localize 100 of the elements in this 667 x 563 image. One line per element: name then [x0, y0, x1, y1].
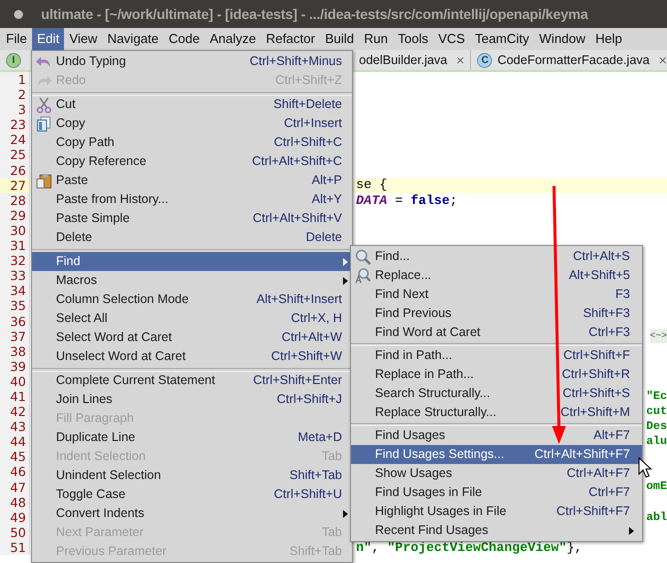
shortcut-text: Ctrl+Alt+Shift+F7 — [534, 446, 631, 464]
code-text: abl — [646, 510, 667, 526]
menu-bar-item[interactable]: View — [64, 28, 102, 50]
line-number: 46 — [0, 464, 30, 480]
shortcut-text: Shift+F3 — [583, 305, 631, 322]
menu-item[interactable]: Unindent Selection Shift+Tab — [32, 466, 352, 485]
shortcut-text: Ctrl+Shift+Enter — [253, 372, 343, 390]
menu-item[interactable]: Delete Delete — [32, 228, 352, 247]
menu-bar-item[interactable]: Help — [590, 28, 628, 50]
editor-tab[interactable]: I — [0, 50, 27, 70]
shortcut-text: Meta+D — [298, 429, 343, 446]
menu-item[interactable]: Highlight Usages in File Ctrl+Shift+F7 — [351, 502, 642, 521]
editor-tab[interactable]: odelBuilder.java × — [356, 50, 472, 70]
line-number: 50 — [0, 524, 30, 540]
line-number: 3 — [0, 102, 30, 118]
menu-bar-item[interactable]: Build — [320, 28, 360, 50]
shortcut-text: Ctrl+Alt+F7 — [566, 465, 631, 482]
code-text: }, — [566, 538, 582, 557]
menu-item[interactable]: Paste Simple Ctrl+Alt+Shift+V — [32, 209, 352, 228]
menu-item[interactable]: Find Usages Settings... Ctrl+Alt+Shift+F7 — [351, 445, 642, 464]
menu-bar-item[interactable]: Navigate — [102, 28, 164, 50]
menu-item[interactable]: Select All Ctrl+X, H — [32, 309, 352, 328]
menu-item[interactable]: Undo Typing Ctrl+Shift+Minus — [32, 52, 352, 71]
menu-item[interactable]: Find... Ctrl+Alt+S — [351, 247, 642, 266]
shortcut-text: Ctrl+Shift+W — [271, 348, 343, 366]
menu-bar-item[interactable]: Run — [359, 28, 393, 50]
menu-item[interactable]: Unselect Word at Caret Ctrl+Shift+W — [32, 347, 352, 366]
menu-item[interactable]: Replace in Path... Ctrl+Shift+R — [351, 365, 642, 384]
line-number: 48 — [0, 494, 30, 510]
menu-item[interactable]: Show Usages Ctrl+Alt+F7 — [351, 464, 642, 483]
menu-item[interactable]: Find — [32, 252, 352, 271]
menu-item[interactable]: Cut Shift+Delete — [32, 95, 352, 114]
menu-item[interactable]: Select Word at Caret Ctrl+Alt+W — [32, 328, 352, 347]
code-text: alu — [646, 434, 667, 450]
menu-item[interactable]: Find Word at Caret Ctrl+F3 — [351, 323, 642, 342]
redo-arrow-icon — [36, 74, 52, 88]
shortcut-text: Alt+P — [312, 172, 343, 190]
menu-bar-item[interactable]: Analyze — [204, 28, 261, 50]
menu-item[interactable]: Join Lines Ctrl+Shift+J — [32, 390, 352, 409]
line-number: 51 — [0, 540, 30, 555]
line-number: 39 — [0, 358, 30, 374]
line-number: 34 — [0, 283, 30, 298]
menu-item[interactable]: Find Usages Alt+F7 — [351, 426, 642, 445]
menu-item[interactable]: Replace... Alt+Shift+5 — [351, 266, 642, 285]
menu-item[interactable]: Paste from History... Alt+Y — [32, 190, 352, 209]
menu-bar-item[interactable]: Tools — [392, 28, 434, 50]
menu-item[interactable]: Find Previous Shift+F3 — [351, 304, 642, 323]
menu-item[interactable]: Paste Alt+P — [32, 171, 352, 190]
shortcut-text: Tab — [322, 448, 343, 466]
menu-item[interactable]: Copy Path Ctrl+Shift+C — [32, 133, 352, 152]
editor-tab[interactable]: C CodeFormatterFacade.java × — [471, 50, 667, 70]
menu-bar-item[interactable]: VCS — [433, 28, 470, 50]
line-number: 31 — [0, 238, 30, 254]
shortcut-text: Ctrl+Shift+S — [562, 385, 631, 402]
code-text: omE — [646, 479, 667, 496]
shortcut-text: Shift+Tab — [290, 467, 343, 484]
line-number: 33 — [0, 268, 30, 284]
window-dot-icon — [14, 10, 23, 18]
menu-bar-item[interactable]: Edit — [32, 28, 64, 50]
menu-item[interactable]: Toggle Case Ctrl+Shift+U — [32, 485, 352, 504]
shortcut-text: Ctrl+Shift+M — [560, 404, 631, 422]
magnifier-letter-icon — [355, 268, 371, 284]
tab-close-button[interactable]: × — [456, 50, 464, 70]
menu-item[interactable]: Copy Ctrl+Insert — [32, 114, 352, 133]
menu-item[interactable]: Find Next F3 — [351, 285, 642, 304]
menu-bar-item[interactable]: Code — [164, 28, 205, 50]
code-text: "ProjectViewChangeView" — [387, 538, 567, 557]
tab-close-button[interactable]: × — [658, 50, 667, 70]
line-number: 45 — [0, 449, 30, 464]
shortcut-text: Ctrl+F7 — [588, 484, 631, 502]
menu-bar-item[interactable]: File — [1, 28, 32, 50]
menu-item[interactable]: Column Selection Mode Alt+Shift+Insert — [32, 290, 352, 309]
menu-item[interactable]: Search Structurally... Ctrl+Shift+S — [351, 384, 642, 403]
menu-item[interactable]: Find Usages in File Ctrl+F7 — [351, 483, 642, 502]
menu-bar-item[interactable]: Refactor — [260, 28, 320, 50]
menu-bar-item[interactable]: TeamCity — [470, 28, 534, 50]
menu-item[interactable]: Recent Find Usages — [351, 521, 642, 540]
line-number: 25 — [0, 147, 30, 163]
shortcut-text: F3 — [615, 286, 631, 304]
code-text: cut — [646, 404, 667, 420]
menu-bar-item[interactable]: Window — [534, 28, 590, 50]
menu-item[interactable]: Replace Structurally... Ctrl+Shift+M — [351, 403, 642, 422]
menu-item[interactable]: Find in Path... Ctrl+Shift+F — [351, 346, 642, 365]
menu-item[interactable]: Duplicate Line Meta+D — [32, 428, 352, 447]
shortcut-text: Ctrl+Shift+J — [276, 391, 343, 408]
shortcut-text: Ctrl+Shift+F — [563, 347, 631, 364]
line-number: 35 — [0, 298, 30, 314]
documents-icon — [36, 116, 52, 132]
shortcut-text: Ctrl+Shift+C — [274, 134, 343, 152]
shortcut-text: Ctrl+F3 — [588, 324, 631, 342]
folded-code[interactable]: <~> — [650, 329, 667, 344]
shortcut-text: Ctrl+Alt+S — [573, 248, 631, 266]
shortcut-text: Ctrl+Shift+Z — [275, 72, 343, 90]
shortcut-text: Ctrl+Shift+R — [562, 366, 631, 384]
shortcut-text: Ctrl+Alt+W — [282, 329, 343, 346]
menu-item[interactable]: Copy Reference Ctrl+Alt+Shift+C — [32, 152, 352, 171]
code-text: n" — [356, 538, 372, 557]
line-number: 28 — [0, 192, 30, 208]
shortcut-text: Ctrl+Shift+F7 — [556, 503, 631, 520]
menu-item[interactable]: Complete Current Statement Ctrl+Shift+Enter — [32, 371, 352, 390]
